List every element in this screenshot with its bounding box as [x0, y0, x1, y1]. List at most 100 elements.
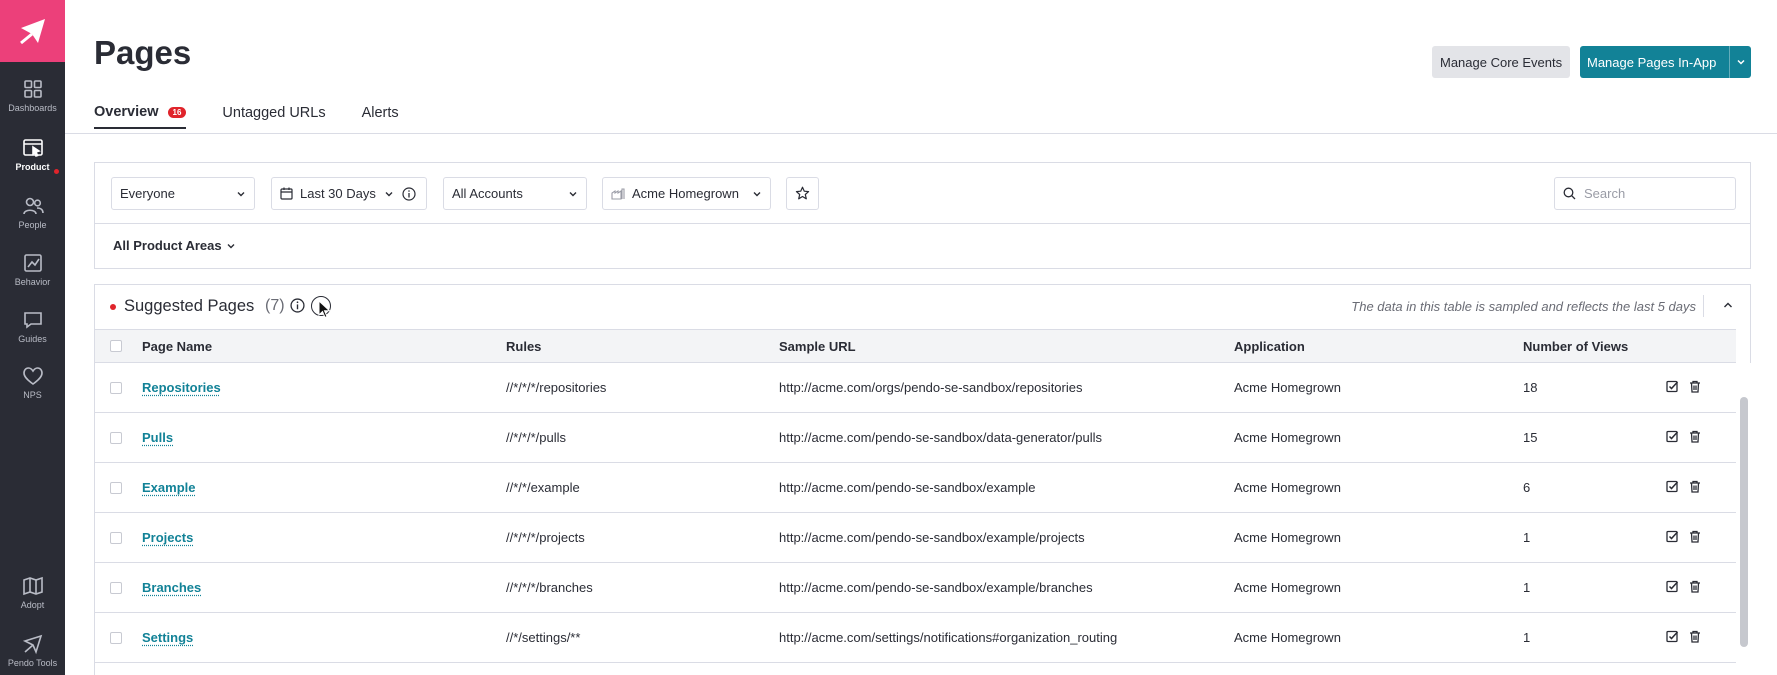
rule-cell: //*/settings/** [506, 630, 581, 645]
sidebar-item-guides[interactable]: Guides [0, 309, 65, 344]
page-name-link[interactable]: Settings [142, 630, 193, 645]
chevron-down-icon [569, 191, 577, 196]
header-divider [1703, 295, 1704, 317]
app-icon [611, 187, 625, 200]
heart-icon [22, 367, 43, 385]
page-name-link[interactable]: Branches [142, 580, 201, 595]
sidebar-item-nps[interactable]: NPS [0, 365, 65, 400]
tab-label: Untagged URLs [222, 105, 326, 121]
manage-pages-dropdown-toggle[interactable] [1729, 46, 1751, 78]
trash-icon[interactable] [1689, 580, 1701, 593]
tab-alerts[interactable]: Alerts [362, 104, 399, 129]
signpost-icon [22, 634, 42, 655]
approve-icon[interactable] [1666, 380, 1679, 393]
pendo-logo[interactable] [0, 0, 65, 62]
suggested-pages-header: Suggested Pages (7) The data in this tab… [95, 285, 1750, 329]
trash-icon[interactable] [1689, 630, 1701, 643]
sample-url-cell: http://acme.com/pendo-se-sandbox/example [779, 480, 1036, 495]
tab-badge: 16 [167, 106, 187, 118]
tab-untagged-urls[interactable]: Untagged URLs [222, 104, 325, 129]
views-cell: 1 [1523, 630, 1531, 645]
page-name-link[interactable]: Pulls [142, 430, 173, 445]
table-row: Branches //*/*/*/branches http://acme.co… [95, 563, 1736, 613]
chevron-down-icon [227, 243, 235, 248]
sample-url-cell: http://acme.com/pendo-se-sandbox/data-ge… [779, 430, 1103, 445]
select-all-checkbox[interactable] [110, 340, 122, 352]
column-header-number-of-views[interactable]: Number of Views [1523, 339, 1628, 354]
sidebar-item-people[interactable]: People [0, 195, 65, 230]
views-cell: 1 [1523, 530, 1531, 545]
trash-icon[interactable] [1689, 530, 1701, 543]
search-box [1554, 177, 1736, 210]
filter-panel: Everyone Last 30 Days All Accounts Acme … [94, 162, 1751, 269]
row-checkbox[interactable] [110, 432, 122, 444]
application-cell: Acme Homegrown [1234, 380, 1341, 395]
application-cell: Acme Homegrown [1234, 430, 1341, 445]
filter-divider [95, 223, 1750, 224]
segment-value: Everyone [120, 186, 175, 201]
column-header-sample-url[interactable]: Sample URL [779, 339, 856, 354]
manage-core-events-button[interactable]: Manage Core Events [1432, 46, 1571, 78]
approve-icon[interactable] [1666, 630, 1679, 643]
approve-icon[interactable] [1666, 480, 1679, 493]
views-cell: 6 [1523, 480, 1531, 495]
sidebar-item-behavior[interactable]: Behavior [0, 252, 65, 287]
views-cell: 15 [1523, 430, 1538, 445]
status-dot [110, 304, 116, 310]
views-cell: 1 [1523, 580, 1531, 595]
page-title: Pages [94, 34, 192, 71]
grid-icon [23, 80, 42, 98]
application-cell: Acme Homegrown [1234, 580, 1341, 595]
page-name-link[interactable]: Projects [142, 530, 193, 545]
table-row: Repositories //*/*/*/repositories http:/… [95, 363, 1736, 413]
product-areas-dropdown[interactable]: All Product Areas [113, 238, 236, 253]
approve-icon[interactable] [1666, 580, 1679, 593]
sample-url-cell: http://acme.com/settings/notifications#o… [779, 630, 1118, 645]
column-header-page-name[interactable]: Page Name [142, 339, 212, 354]
segment-dropdown[interactable]: Everyone [111, 177, 255, 210]
column-header-application[interactable]: Application [1234, 339, 1305, 354]
sidebar-item-label: Product [15, 162, 50, 172]
row-checkbox[interactable] [110, 632, 122, 644]
sidebar-item-label: Behavior [14, 277, 51, 287]
row-checkbox[interactable] [110, 482, 122, 494]
views-cell: 18 [1523, 380, 1538, 395]
accounts-dropdown[interactable]: All Accounts [443, 177, 587, 210]
sidebar-item-adopt[interactable]: Adopt [0, 575, 65, 610]
calendar-icon [280, 187, 293, 200]
table-scrollbar[interactable] [1736, 363, 1752, 675]
trash-icon[interactable] [1689, 480, 1701, 493]
favorite-button[interactable] [786, 177, 819, 210]
table-row: Settings //*/settings/** http://acme.com… [95, 613, 1736, 663]
page-name-link[interactable]: Example [142, 480, 195, 495]
sidebar-item-dashboards[interactable]: Dashboards [0, 78, 65, 113]
page-name-link[interactable]: Repositories [142, 380, 221, 395]
row-checkbox[interactable] [110, 382, 122, 394]
date-range-dropdown[interactable]: Last 30 Days [271, 177, 427, 210]
sidebar-item-label: People [18, 220, 47, 230]
sidebar-item-pendo-tools[interactable]: Pendo Tools [0, 633, 65, 668]
manage-pages-in-app-button[interactable]: Manage Pages In-App [1580, 46, 1751, 78]
sidebar-item-label: NPS [23, 390, 42, 400]
trash-icon[interactable] [1689, 380, 1701, 393]
search-input[interactable] [1584, 186, 1724, 201]
approve-icon[interactable] [1666, 430, 1679, 443]
info-icon[interactable] [402, 186, 416, 201]
info-icon[interactable] [290, 298, 305, 313]
scrollbar-thumb[interactable] [1740, 397, 1748, 647]
column-header-rules[interactable]: Rules [506, 339, 541, 354]
approve-icon[interactable] [1666, 530, 1679, 543]
application-cell: Acme Homegrown [1234, 480, 1341, 495]
tab-overview[interactable]: Overview 16 [94, 104, 187, 129]
star-icon [795, 186, 810, 200]
table-row: Projects //*/*/*/projects http://acme.co… [95, 513, 1736, 563]
sidebar-item-product[interactable]: Product [0, 137, 65, 174]
chevron-down-icon [237, 191, 245, 196]
row-checkbox[interactable] [110, 532, 122, 544]
application-dropdown[interactable]: Acme Homegrown [602, 177, 771, 210]
chevron-up-icon[interactable] [1722, 299, 1734, 311]
trash-icon[interactable] [1689, 430, 1701, 443]
chevron-down-icon [385, 191, 393, 196]
row-checkbox[interactable] [110, 582, 122, 594]
rule-cell: //*/*/*/pulls [506, 430, 566, 445]
